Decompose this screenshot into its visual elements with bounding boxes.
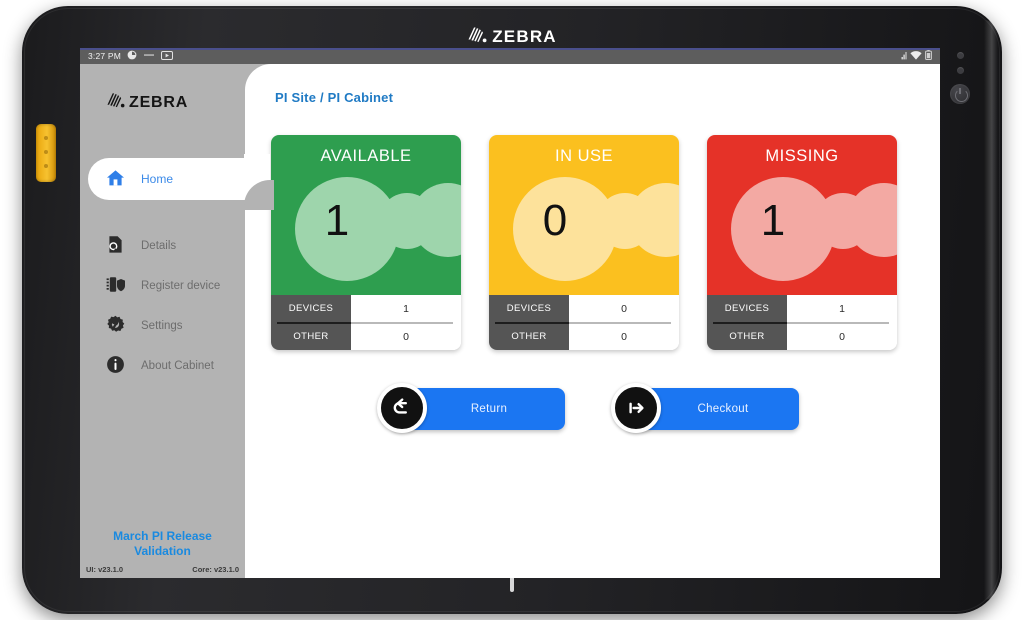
screenshot-icon	[161, 50, 174, 62]
checkout-arrow-icon	[611, 383, 661, 433]
sidebar-item-register-device[interactable]: Register device	[80, 266, 245, 306]
device-brand-logo: ZEBRA	[22, 24, 1002, 50]
card-value: 1	[760, 196, 786, 245]
dash-icon	[143, 51, 155, 61]
app-brand-logo: ZEBRA	[80, 64, 245, 142]
card-footer-table: DEVICES 0 OTHER 0	[489, 295, 679, 350]
status-bar-right	[901, 50, 932, 62]
table-row: DEVICES 1	[707, 295, 897, 322]
card-top: MISSING 1	[707, 135, 897, 295]
sidebar-item-about-cabinet[interactable]: About Cabinet	[80, 346, 245, 386]
screen: 3:27 PM ZEBRA Home Details Register devi…	[80, 48, 940, 578]
device-rim	[984, 20, 998, 600]
action-buttons: Return Checkout	[267, 383, 918, 433]
checkout-button-label: Checkout	[697, 403, 749, 415]
card-value: 0	[542, 196, 568, 245]
sidebar-item-settings[interactable]: Settings	[80, 306, 245, 346]
row-separator	[707, 322, 897, 324]
release-name-line1: March PI Release	[113, 529, 212, 543]
row-label: OTHER	[707, 323, 787, 350]
row-separator	[489, 322, 679, 324]
table-row: OTHER 0	[489, 323, 679, 350]
row-value: 1	[351, 295, 461, 322]
row-value: 0	[569, 323, 679, 350]
row-label: DEVICES	[707, 295, 787, 322]
register-device-icon	[106, 275, 125, 297]
row-value: 1	[787, 295, 897, 322]
sidebar: ZEBRA Home Details Register device Setti…	[80, 64, 245, 578]
return-button-label: Return	[470, 403, 508, 415]
zebra-head-icon	[467, 26, 487, 49]
wifi-icon	[910, 50, 922, 62]
sensor-dots	[957, 52, 964, 82]
table-row: OTHER 0	[271, 323, 461, 350]
status-bar-left: 3:27 PM	[88, 50, 174, 62]
sidebar-item-home[interactable]: Home	[88, 158, 245, 200]
row-separator	[271, 322, 461, 324]
row-label: DEVICES	[489, 295, 569, 322]
device-brand-wordmark: ZEBRA	[492, 27, 557, 46]
version-row: UI: v23.1.0 Core: v23.1.0	[80, 559, 245, 574]
release-name-line2: Validation	[134, 544, 191, 558]
sidebar-nav-secondary: Details Register device Settings About C…	[80, 226, 245, 386]
return-button[interactable]: Return	[377, 383, 565, 433]
app-brand-wordmark: ZEBRA	[129, 94, 189, 111]
status-time: 3:27 PM	[88, 51, 122, 61]
battery-icon	[925, 50, 932, 62]
core-version: Core: v23.1.0	[192, 565, 239, 574]
row-value: 0	[569, 295, 679, 322]
row-label: OTHER	[271, 323, 351, 350]
table-row: OTHER 0	[707, 323, 897, 350]
card-footer-table: DEVICES 1 OTHER 0	[707, 295, 897, 350]
sidebar-footer: March PI Release Validation UI: v23.1.0 …	[80, 529, 245, 578]
status-card-available[interactable]: AVAILABLE 1 DEVICES 1 OTHER 0	[271, 135, 461, 350]
table-row: DEVICES 0	[489, 295, 679, 322]
card-top: IN USE 0	[489, 135, 679, 295]
sync-circle-icon	[127, 50, 137, 62]
ui-version: UI: v23.1.0	[86, 565, 124, 574]
sidebar-item-label: Details	[141, 240, 177, 252]
status-card-in-use[interactable]: IN USE 0 DEVICES 0 OTHER 0	[489, 135, 679, 350]
breadcrumb[interactable]: PI Site / PI Cabinet	[267, 90, 918, 105]
info-icon	[106, 355, 125, 377]
card-value: 1	[324, 196, 350, 245]
sidebar-item-details[interactable]: Details	[80, 226, 245, 266]
row-value: 0	[787, 323, 897, 350]
home-icon	[106, 169, 125, 190]
power-button-hardware[interactable]	[950, 84, 970, 104]
gear-wrench-icon	[106, 315, 125, 337]
sidebar-item-label: Settings	[141, 320, 183, 332]
android-status-bar: 3:27 PM	[80, 48, 940, 64]
release-name: March PI Release Validation	[80, 529, 245, 559]
zebra-head-icon	[106, 92, 125, 114]
app-body: ZEBRA Home Details Register device Setti…	[80, 64, 940, 578]
main-content: PI Site / PI Cabinet AVAILABLE 1 DEVICES…	[244, 64, 940, 578]
table-row: DEVICES 1	[271, 295, 461, 322]
sidebar-item-label: Home	[141, 172, 174, 186]
row-label: DEVICES	[271, 295, 351, 322]
status-card-missing[interactable]: MISSING 1 DEVICES 1 OTHER 0	[707, 135, 897, 350]
row-label: OTHER	[489, 323, 569, 350]
sidebar-nav: Home Details Register device Settings Ab…	[80, 158, 245, 386]
return-arrow-icon	[377, 383, 427, 433]
card-top: AVAILABLE 1	[271, 135, 461, 295]
checkout-button[interactable]: Checkout	[611, 383, 799, 433]
signal-icon	[901, 51, 907, 62]
card-footer-table: DEVICES 1 OTHER 0	[271, 295, 461, 350]
page-root: ZEBRA 3:27 PM ZEBRA Home Details Registe…	[0, 0, 1024, 620]
sidebar-item-label: About Cabinet	[141, 360, 214, 372]
scan-button-hardware[interactable]	[36, 124, 56, 182]
document-search-icon	[106, 235, 125, 257]
status-cards: AVAILABLE 1 DEVICES 1 OTHER 0 IN USE 0 D…	[267, 135, 918, 350]
tablet-device: ZEBRA 3:27 PM ZEBRA Home Details Registe…	[22, 6, 1002, 614]
row-value: 0	[351, 323, 461, 350]
sidebar-item-label: Register device	[141, 280, 221, 292]
